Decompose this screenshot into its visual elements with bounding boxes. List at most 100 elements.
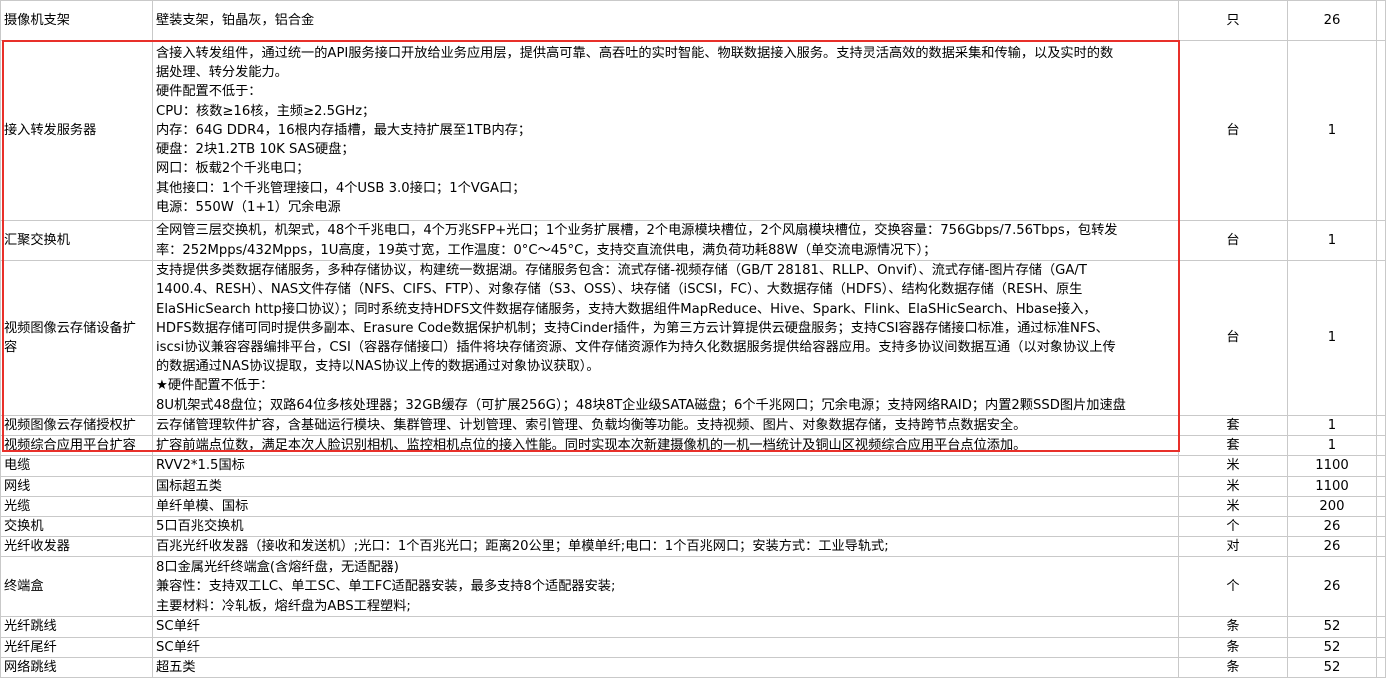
item-desc-cell[interactable]: 百兆光纤收发器（接收和发送机）;光口：1个百兆光口；距离20公里；单模单纤;电口… xyxy=(152,536,1179,558)
desc-line: 内存：64G DDR4，16根内存插槽，最大支持扩展至1TB内存； xyxy=(156,122,532,138)
item-name-cell[interactable]: 终端盒 xyxy=(0,556,153,618)
item-desc-cell[interactable]: SC单纤 xyxy=(152,636,1179,658)
desc-line: 8U机架式48盘位；双路64位多核处理器；32GB缓存（可扩展256G）；48块… xyxy=(156,397,1126,413)
item-name-cell[interactable]: 接入转发服务器 xyxy=(0,40,153,221)
desc-line: 百兆光纤收发器（接收和发送机）;光口：1个百兆光口；距离20公里；单模单纤;电口… xyxy=(156,539,889,555)
unit-cell[interactable]: 条 xyxy=(1178,656,1288,678)
empty-cell[interactable] xyxy=(1376,495,1386,518)
item-desc-cell[interactable]: 支持提供多类数据存储服务，多种存储协议，构建统一数据湖。存储服务包含：流式存储-… xyxy=(152,260,1179,416)
desc-line: 支持提供多类数据存储服务，多种存储协议，构建统一数据湖。存储服务包含：流式存储-… xyxy=(156,263,1087,279)
unit-cell[interactable]: 个 xyxy=(1178,516,1288,538)
item-name-cell[interactable]: 视频图像云存储设备扩容 xyxy=(0,260,153,416)
item-desc-cell[interactable]: SC单纤 xyxy=(152,616,1179,638)
item-desc-cell[interactable]: 单纤单模、国标 xyxy=(152,495,1179,518)
desc-line: 超五类 xyxy=(156,659,196,675)
quantity-cell[interactable]: 26 xyxy=(1287,516,1377,538)
empty-cell[interactable] xyxy=(1376,220,1386,261)
unit-cell[interactable]: 个 xyxy=(1178,556,1288,618)
unit-cell[interactable]: 对 xyxy=(1178,536,1288,558)
unit-cell[interactable]: 台 xyxy=(1178,220,1288,261)
empty-cell[interactable] xyxy=(1376,0,1386,41)
item-name-cell[interactable]: 电缆 xyxy=(0,455,153,477)
table-row: 视频图像云存储授权扩 云存储管理软件扩容，含基础运行模块、集群管理、计划管理、索引… xyxy=(0,414,1386,437)
desc-line: ElaSHicSearch http接口协议）；同时系统支持HDFS文件数据存储… xyxy=(156,301,1097,317)
unit-cell[interactable]: 台 xyxy=(1178,40,1288,221)
empty-cell[interactable] xyxy=(1376,616,1386,638)
desc-line: 主要材料：冷轧板，熔纤盘为ABS工程塑料; xyxy=(156,598,411,614)
unit-cell[interactable]: 套 xyxy=(1178,414,1288,437)
unit-cell[interactable]: 条 xyxy=(1178,616,1288,638)
item-desc-cell[interactable]: 含接入转发组件，通过统一的API服务接口开放给业务应用层，提供高可靠、高吞吐的实… xyxy=(152,40,1179,221)
quantity-cell[interactable]: 52 xyxy=(1287,636,1377,658)
empty-cell[interactable] xyxy=(1376,414,1386,437)
quantity-cell[interactable]: 26 xyxy=(1287,556,1377,618)
empty-cell[interactable] xyxy=(1376,40,1386,221)
item-desc-cell[interactable]: 扩容前端点位数，满足本次人脸识别相机、监控相机点位的接入性能。同时实现本次新建摄… xyxy=(152,435,1179,457)
desc-line: CPU：核数≥16核，主频≥2.5GHz； xyxy=(156,103,376,119)
unit-cell[interactable]: 条 xyxy=(1178,636,1288,658)
table-row: 网络跳线 超五类 条 52 xyxy=(0,656,1386,678)
empty-cell[interactable] xyxy=(1376,260,1386,416)
empty-cell[interactable] xyxy=(1376,636,1386,658)
item-name-cell[interactable]: 交换机 xyxy=(0,516,153,538)
item-desc-cell[interactable]: 国标超五类 xyxy=(152,475,1179,497)
empty-cell[interactable] xyxy=(1376,475,1386,497)
desc-line: 硬盘：2块1.2TB 10K SAS硬盘； xyxy=(156,142,355,158)
empty-cell[interactable] xyxy=(1376,516,1386,538)
item-desc-cell[interactable]: 壁装支架，铂晶灰，铝合金 xyxy=(152,0,1179,41)
item-name-cell[interactable]: 网线 xyxy=(0,475,153,497)
desc-line: HDFS数据存储可同时提供多副本、Erasure Code数据保护机制；支持Ci… xyxy=(156,320,1109,336)
quantity-cell[interactable]: 1 xyxy=(1287,220,1377,261)
table-body: 摄像机支架 壁装支架，铂晶灰，铝合金只 26 接入转发服务器 含接入转发组件，通过统一的… xyxy=(0,0,1386,678)
item-name-cell[interactable]: 光纤收发器 xyxy=(0,536,153,558)
desc-line: 全网管三层交换机，机架式，48个千兆电口，4个万兆SFP+光口；1个业务扩展槽，… xyxy=(156,223,1118,239)
item-desc-cell[interactable]: RVV2*1.5国标 xyxy=(152,455,1179,477)
item-desc-cell[interactable]: 全网管三层交换机，机架式，48个千兆电口，4个万兆SFP+光口；1个业务扩展槽，… xyxy=(152,220,1179,261)
desc-line: 国标超五类 xyxy=(156,478,222,494)
desc-line: 电源：550W（1+1）冗余电源 xyxy=(156,199,341,215)
item-name-cell[interactable]: 光纤尾纤 xyxy=(0,636,153,658)
empty-cell[interactable] xyxy=(1376,536,1386,558)
desc-line: SC单纤 xyxy=(156,619,200,635)
item-name-cell[interactable]: 光纤跳线 xyxy=(0,616,153,638)
unit-cell[interactable]: 只 xyxy=(1178,0,1288,41)
quantity-cell[interactable]: 26 xyxy=(1287,536,1377,558)
desc-line: SC单纤 xyxy=(156,639,200,655)
quantity-cell[interactable]: 52 xyxy=(1287,656,1377,678)
item-desc-cell[interactable]: 5口百兆交换机 xyxy=(152,516,1179,538)
unit-cell[interactable]: 台 xyxy=(1178,260,1288,416)
item-desc-cell[interactable]: 云存储管理软件扩容，含基础运行模块、集群管理、计划管理、索引管理、负载均衡等功能… xyxy=(152,414,1179,437)
quantity-cell[interactable]: 1100 xyxy=(1287,455,1377,477)
item-name-cell[interactable]: 视频综合应用平台扩容 xyxy=(0,435,153,457)
desc-line: iscsi协议兼容容器编排平台，CSI（容器存储接口）插件将块存储资源、文件存储… xyxy=(156,340,1116,355)
quantity-cell[interactable]: 26 xyxy=(1287,0,1377,41)
empty-cell[interactable] xyxy=(1376,656,1386,678)
quantity-cell[interactable]: 1 xyxy=(1287,414,1377,437)
item-desc-cell[interactable]: 8口金属光纤终端盒(含熔纤盘，无适配器) 兼容性：支持双工LC、单工SC、单工FC… xyxy=(152,556,1179,618)
item-name-cell[interactable]: 汇聚交换机 xyxy=(0,220,153,261)
desc-line: 1400.4、RESH）、NAS文件存储（NFS、CIFS、FTP）、对象存储（… xyxy=(156,282,1083,298)
desc-line: 单纤单模、国标 xyxy=(156,498,249,514)
table-row: 光纤收发器 百兆光纤收发器（接收和发送机）;光口：1个百兆光口；距离20公里；单模… xyxy=(0,536,1386,558)
quantity-cell[interactable]: 1 xyxy=(1287,40,1377,221)
unit-cell[interactable]: 套 xyxy=(1178,435,1288,457)
desc-line: 5口百兆交换机 xyxy=(156,519,244,535)
item-name-cell[interactable]: 光缆 xyxy=(0,495,153,518)
unit-cell[interactable]: 米 xyxy=(1178,495,1288,518)
equipment-table: 摄像机支架 壁装支架，铂晶灰，铝合金只 26 接入转发服务器 含接入转发组件，通过统一的… xyxy=(0,0,1386,678)
empty-cell[interactable] xyxy=(1376,435,1386,457)
unit-cell[interactable]: 米 xyxy=(1178,455,1288,477)
quantity-cell[interactable]: 52 xyxy=(1287,616,1377,638)
item-name-cell[interactable]: 摄像机支架 xyxy=(0,0,153,41)
unit-cell[interactable]: 米 xyxy=(1178,475,1288,497)
quantity-cell[interactable]: 1 xyxy=(1287,435,1377,457)
item-name-cell[interactable]: 视频图像云存储授权扩 xyxy=(0,414,153,437)
quantity-cell[interactable]: 200 xyxy=(1287,495,1377,518)
empty-cell[interactable] xyxy=(1376,455,1386,477)
table-row: 电缆 RVV2*1.5国标 米 1100 xyxy=(0,455,1386,477)
empty-cell[interactable] xyxy=(1376,556,1386,618)
item-name-cell[interactable]: 网络跳线 xyxy=(0,656,153,678)
quantity-cell[interactable]: 1100 xyxy=(1287,475,1377,497)
quantity-cell[interactable]: 1 xyxy=(1287,260,1377,416)
item-desc-cell[interactable]: 超五类 xyxy=(152,656,1179,678)
